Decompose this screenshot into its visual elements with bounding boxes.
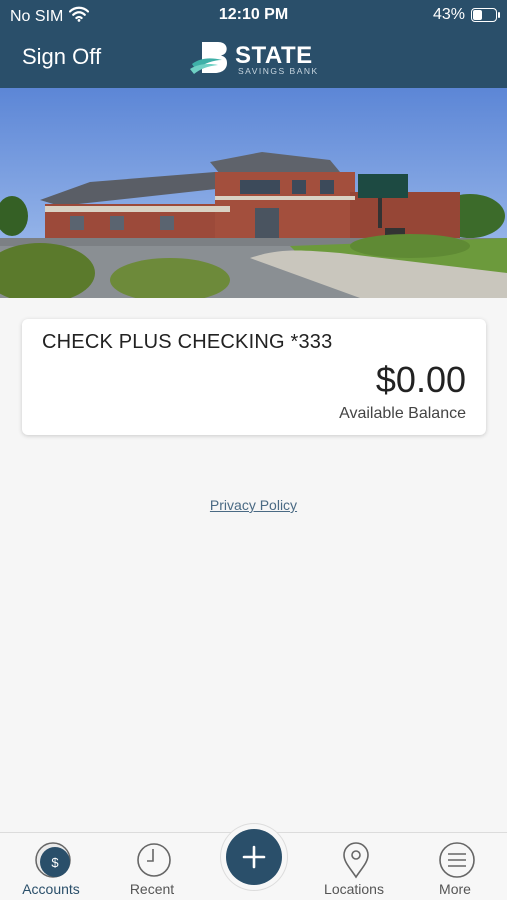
account-card[interactable]: CHECK PLUS CHECKING *333 $0.00 Available… xyxy=(22,319,486,435)
status-right: 43% xyxy=(432,6,500,24)
battery-level-fill xyxy=(473,10,482,20)
battery-icon xyxy=(471,8,500,22)
tab-more-label: More xyxy=(439,881,471,897)
bank-logo: STATE SAVINGS BANK xyxy=(190,40,330,78)
tab-recent-label: Recent xyxy=(129,881,175,897)
sign-off-button[interactable]: Sign Off xyxy=(22,44,101,70)
tab-recent[interactable]: Recent xyxy=(102,833,202,900)
svg-text:$: $ xyxy=(51,855,59,870)
battery-percent: 43% xyxy=(432,6,465,23)
tab-accounts[interactable]: $ Accounts xyxy=(1,833,101,900)
clock-icon xyxy=(137,843,171,877)
add-button[interactable] xyxy=(226,829,282,885)
location-pin-icon xyxy=(343,842,369,879)
privacy-policy-link[interactable]: Privacy Policy xyxy=(210,497,297,513)
account-name: CHECK PLUS CHECKING *333 xyxy=(42,331,333,353)
tab-more[interactable]: More xyxy=(405,833,505,900)
app-header: No SIM 12:10 PM 43% Sign Off STATE SAVIN… xyxy=(0,0,507,88)
account-balance: $0.00 xyxy=(375,359,466,400)
logo-mark-icon xyxy=(190,42,227,74)
logo-subtitle: SAVINGS BANK xyxy=(238,66,319,76)
tab-locations[interactable]: Locations xyxy=(304,833,404,900)
status-time: 12:10 PM xyxy=(218,6,289,23)
branch-photo xyxy=(0,88,507,298)
tab-accounts-label: Accounts xyxy=(22,881,80,897)
plus-icon xyxy=(242,845,266,869)
privacy-section: Privacy Policy xyxy=(0,497,507,513)
tab-locations-label: Locations xyxy=(324,881,384,897)
menu-icon xyxy=(439,842,475,878)
accounts-icon: $ xyxy=(35,842,71,878)
available-balance-label: Available Balance xyxy=(339,405,466,422)
status-bar: No SIM 12:10 PM 43% xyxy=(0,0,507,30)
